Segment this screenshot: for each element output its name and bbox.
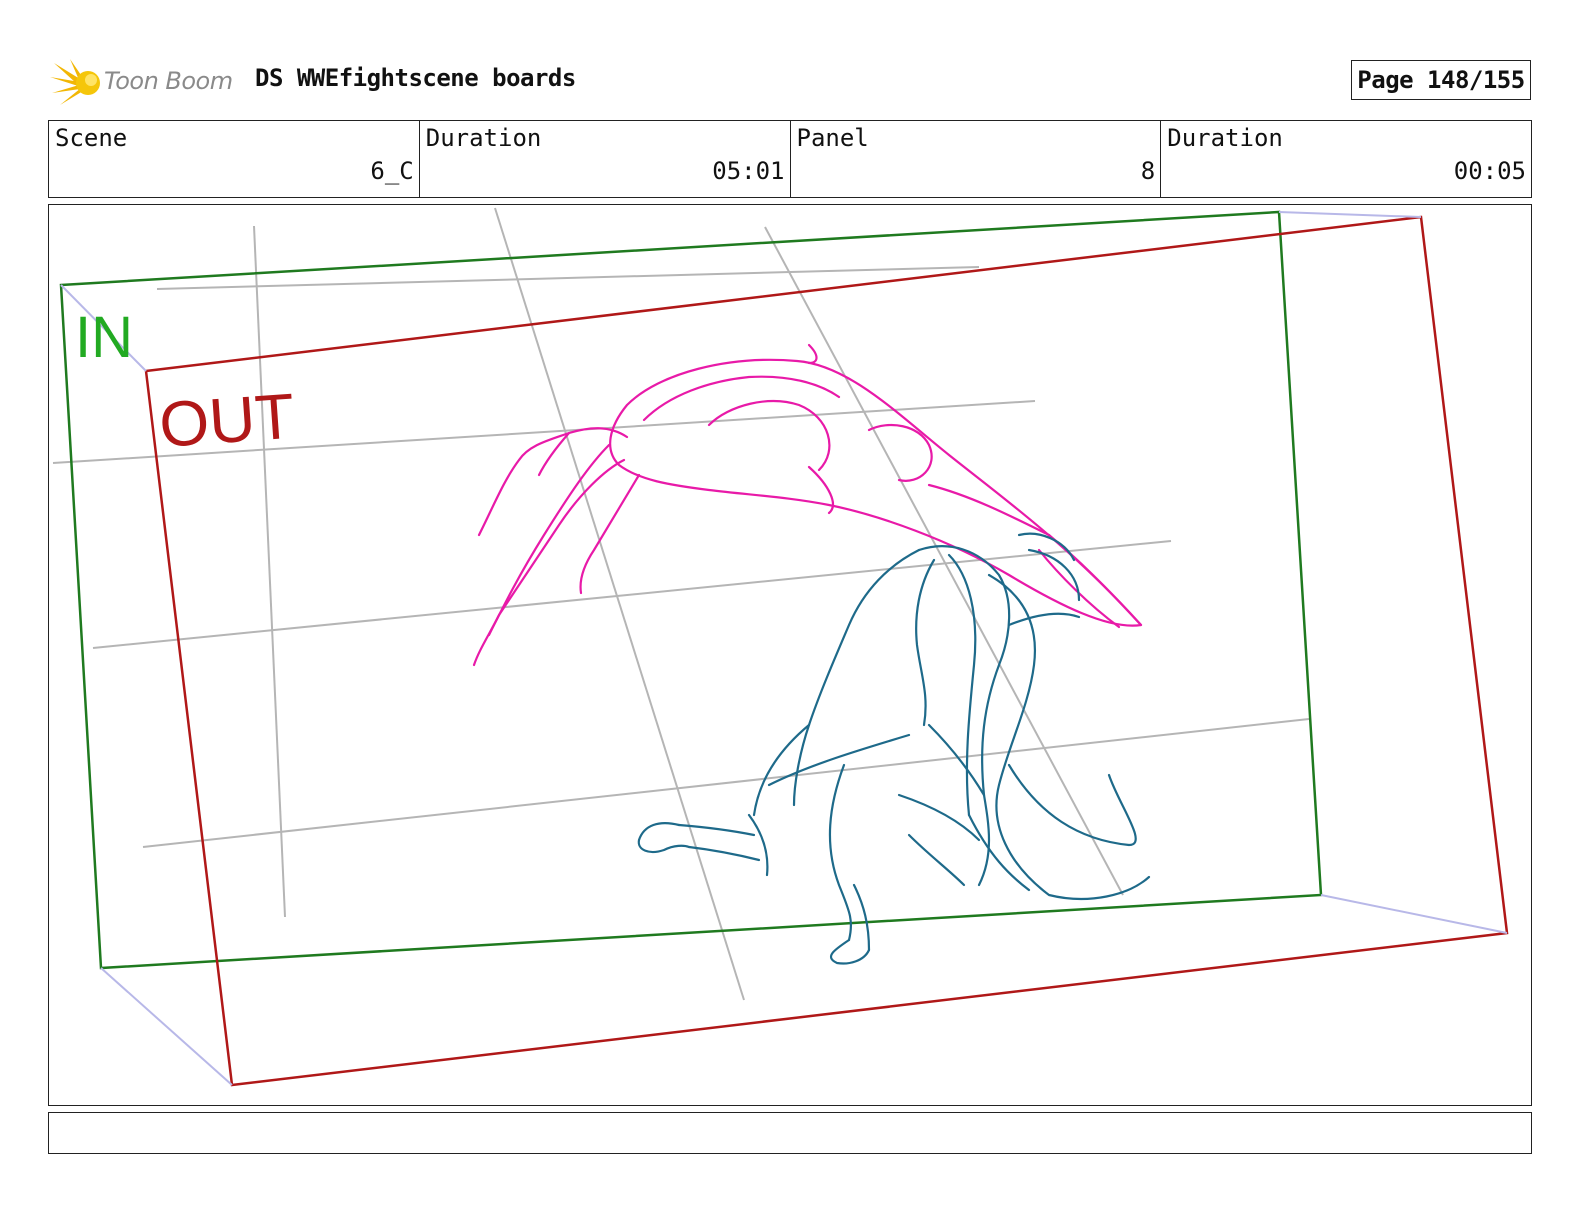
scene-duration-value: 05:01 (712, 157, 785, 185)
page-indicator: Page 148/155 (1351, 60, 1531, 100)
in-label: IN (75, 305, 133, 370)
info-cell-scene-duration: Duration 05:01 (420, 121, 791, 197)
leaping-figure-sketch (472, 343, 1143, 667)
panel-duration-label: Duration (1167, 124, 1283, 152)
panel-drawing: IN OUT (52, 207, 1509, 1087)
info-table: Scene 6_C Duration 05:01 Panel 8 Duratio… (48, 120, 1532, 198)
panel-label: Panel (796, 124, 869, 152)
panel-value: 8 (1140, 157, 1156, 185)
camera-connectors (60, 211, 1508, 1086)
standing-figure-sketch (637, 532, 1151, 965)
caption-box (48, 1112, 1532, 1154)
out-frame (144, 215, 1509, 1087)
panel-duration-value: 00:05 (1453, 157, 1526, 185)
out-label: OUT (157, 380, 297, 461)
info-cell-panel: Panel 8 (791, 121, 1162, 197)
scene-label: Scene (55, 124, 128, 152)
starburst-icon (50, 59, 100, 105)
scene-value: 6_C (370, 157, 414, 185)
info-cell-scene: Scene 6_C (49, 121, 420, 197)
info-cell-panel-duration: Duration 00:05 (1161, 121, 1531, 197)
logo-text: Toon Boom (104, 67, 233, 95)
scene-duration-label: Duration (425, 124, 542, 152)
project-title: DS WWEfightscene boards (255, 64, 576, 92)
storyboard-panel: IN OUT (48, 204, 1532, 1106)
toon-boom-logo: Toon Boom (50, 55, 240, 109)
in-frame (59, 210, 1323, 970)
